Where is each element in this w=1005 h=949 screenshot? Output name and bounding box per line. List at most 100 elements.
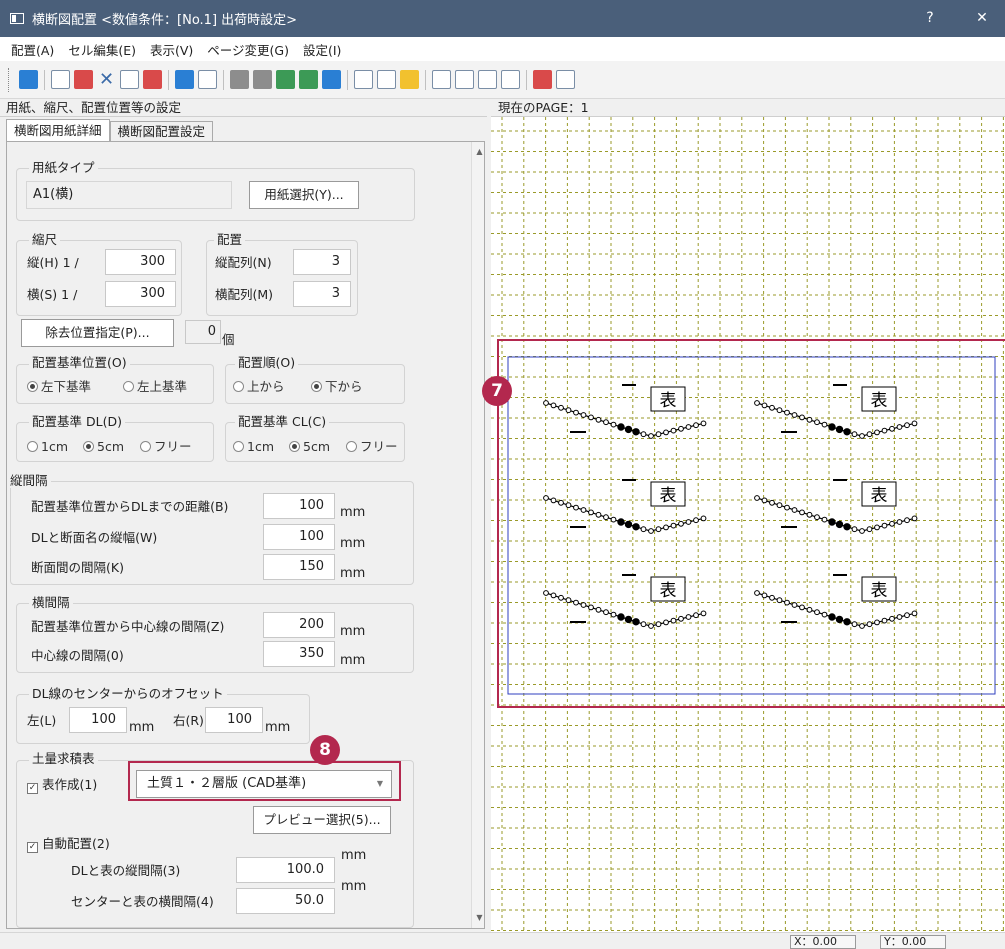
toolbar-separator: [425, 69, 426, 90]
auto-arrange-label: 自動配置(2): [42, 836, 110, 851]
paper-select-button[interactable]: 用紙選択(Y)...: [249, 181, 359, 209]
scale-horizontal-input[interactable]: 300: [105, 281, 176, 307]
removal-position-button[interactable]: 除去位置指定(P)...: [21, 319, 174, 347]
base-dl-label: 配置基準 DL(D): [29, 415, 125, 429]
radio-cl-5cm-label: 5cm: [303, 439, 331, 454]
edit-icon[interactable]: [120, 70, 139, 89]
radio-from-bottom-label: 下から: [325, 379, 363, 394]
center-gap-unit: mm: [340, 624, 366, 639]
dl-name-height-label: DLと断面名の縦幅(W): [31, 530, 158, 545]
scale-label: 縮尺: [29, 233, 61, 247]
page-add-icon[interactable]: [478, 70, 497, 89]
offset-right-input[interactable]: 100: [205, 707, 263, 733]
radio-dl-free[interactable]: フリー: [140, 439, 192, 455]
section-gap-input[interactable]: 150: [263, 554, 335, 580]
layout-icon[interactable]: [51, 70, 70, 89]
radio-indicator: [289, 441, 300, 452]
page-prev-icon[interactable]: [432, 70, 451, 89]
radio-from-top[interactable]: 上から: [233, 379, 285, 395]
center-gap-input[interactable]: 200: [263, 612, 335, 638]
close-button[interactable]: ✕: [959, 0, 1005, 37]
toolbar-separator: [347, 69, 348, 90]
flip3-icon[interactable]: [322, 70, 341, 89]
dl-name-height-unit: mm: [340, 536, 366, 551]
radio-bottom-left[interactable]: 左下基準: [27, 379, 91, 395]
dl-name-height-input[interactable]: 100: [263, 524, 335, 550]
menu-settings[interactable]: 設定(I): [296, 40, 348, 59]
delete-icon[interactable]: ✕: [97, 70, 116, 89]
help-button[interactable]: ?: [907, 0, 953, 37]
export-icon[interactable]: [533, 70, 552, 89]
center-table-gap-input[interactable]: 50.0: [236, 888, 335, 914]
menu-page-change[interactable]: ページ変更(G): [200, 40, 296, 59]
flip-icon[interactable]: [276, 70, 295, 89]
scroll-down-icon[interactable]: ▼: [472, 910, 484, 926]
preview-select-button[interactable]: プレビュー選択(5)...: [253, 806, 391, 834]
scale-vertical-input[interactable]: 300: [105, 249, 176, 275]
scale-vertical-label: 縦(H) 1 /: [27, 255, 79, 270]
tool-icon[interactable]: [143, 70, 162, 89]
menu-cell-edit[interactable]: セル編集(E): [61, 40, 143, 59]
page-next-icon[interactable]: [455, 70, 474, 89]
menu-bar: 配置(A) セル編集(E) 表示(V) ページ変更(G) 設定(I): [0, 37, 1005, 61]
tab-paper-detail[interactable]: 横断図用紙詳細: [6, 119, 110, 143]
offset-group: [16, 694, 310, 744]
table-icon[interactable]: [74, 70, 93, 89]
move-icon[interactable]: [253, 70, 272, 89]
horizontal-spacing-label: 横間隔: [29, 596, 73, 610]
paper-type-label: 用紙タイプ: [29, 161, 98, 175]
fit-icon[interactable]: [377, 70, 396, 89]
check-icon: ✓: [27, 783, 38, 794]
check-icon: ✓: [27, 842, 38, 853]
create-table-label: 表作成(1): [42, 777, 98, 792]
dl-distance-input[interactable]: 100: [263, 493, 335, 519]
radio-indicator: [123, 381, 134, 392]
scroll-up-icon[interactable]: ▲: [472, 144, 484, 160]
page-indicator: 現在のPAGE：1: [491, 99, 1005, 117]
dl-table-gap-input[interactable]: 100.0: [236, 857, 335, 883]
radio-dl-5cm[interactable]: 5cm: [83, 439, 124, 455]
tab-layout-settings[interactable]: 横断図配置設定: [109, 121, 214, 141]
menu-view[interactable]: 表示(V): [143, 40, 200, 59]
auto-arrange-checkbox[interactable]: ✓ 自動配置(2): [27, 836, 110, 853]
grid-icon[interactable]: [501, 70, 520, 89]
offset-left-input[interactable]: 100: [69, 707, 127, 733]
earthwork-label: 土量求積表: [29, 752, 98, 766]
radio-top-left[interactable]: 左上基準: [123, 379, 187, 395]
print-icon[interactable]: [556, 70, 575, 89]
base-position-label: 配置基準位置(O): [29, 356, 130, 370]
highlight-frame-8: [128, 761, 401, 801]
bulb-icon[interactable]: [400, 70, 419, 89]
centerline-gap-input[interactable]: 350: [263, 641, 335, 667]
radio-cl-free[interactable]: フリー: [346, 439, 398, 455]
radio-cl-1cm[interactable]: 1cm: [233, 439, 274, 455]
radio-top-left-label: 左上基準: [137, 379, 188, 394]
arrange-horizontal-input[interactable]: 3: [293, 281, 351, 307]
arrange-vertical-input[interactable]: 3: [293, 249, 351, 275]
open-icon[interactable]: [19, 70, 38, 89]
highlight-frame-7: [497, 339, 1005, 708]
radio-dl-1cm[interactable]: 1cm: [27, 439, 68, 455]
radio-cl-5cm[interactable]: 5cm: [289, 439, 330, 455]
offset-right-unit: mm: [265, 720, 291, 735]
radio-dl-free-label: フリー: [154, 439, 192, 454]
radio-indicator: [233, 441, 244, 452]
menu-arrange[interactable]: 配置(A): [4, 40, 61, 59]
status-bar: X：0.00 Y：0.00: [0, 932, 1005, 949]
radio-dl-1cm-label: 1cm: [41, 439, 69, 454]
vertical-spacing-label: 縦間隔: [7, 474, 51, 488]
create-table-checkbox[interactable]: ✓ 表作成(1): [27, 777, 97, 794]
list-icon[interactable]: [198, 70, 217, 89]
radio-indicator: [140, 441, 151, 452]
form-scrollbar[interactable]: ▲ ▼: [471, 142, 484, 928]
app-window: 横断図配置 <数値条件：[No.1] 出荷時設定> ? ✕ 配置(A) セル編集…: [0, 0, 1005, 949]
zoom-icon[interactable]: [354, 70, 373, 89]
settings-tabs: 横断図用紙詳細 横断図配置設定: [6, 119, 214, 143]
align-icon[interactable]: [230, 70, 249, 89]
dl-distance-label: 配置基準位置からDLまでの距離(B): [31, 499, 229, 514]
insert-icon[interactable]: [175, 70, 194, 89]
flip2-icon[interactable]: [299, 70, 318, 89]
toolbar-separator: [168, 69, 169, 90]
order-label: 配置順(O): [235, 356, 299, 370]
radio-from-bottom[interactable]: 下から: [311, 379, 363, 395]
